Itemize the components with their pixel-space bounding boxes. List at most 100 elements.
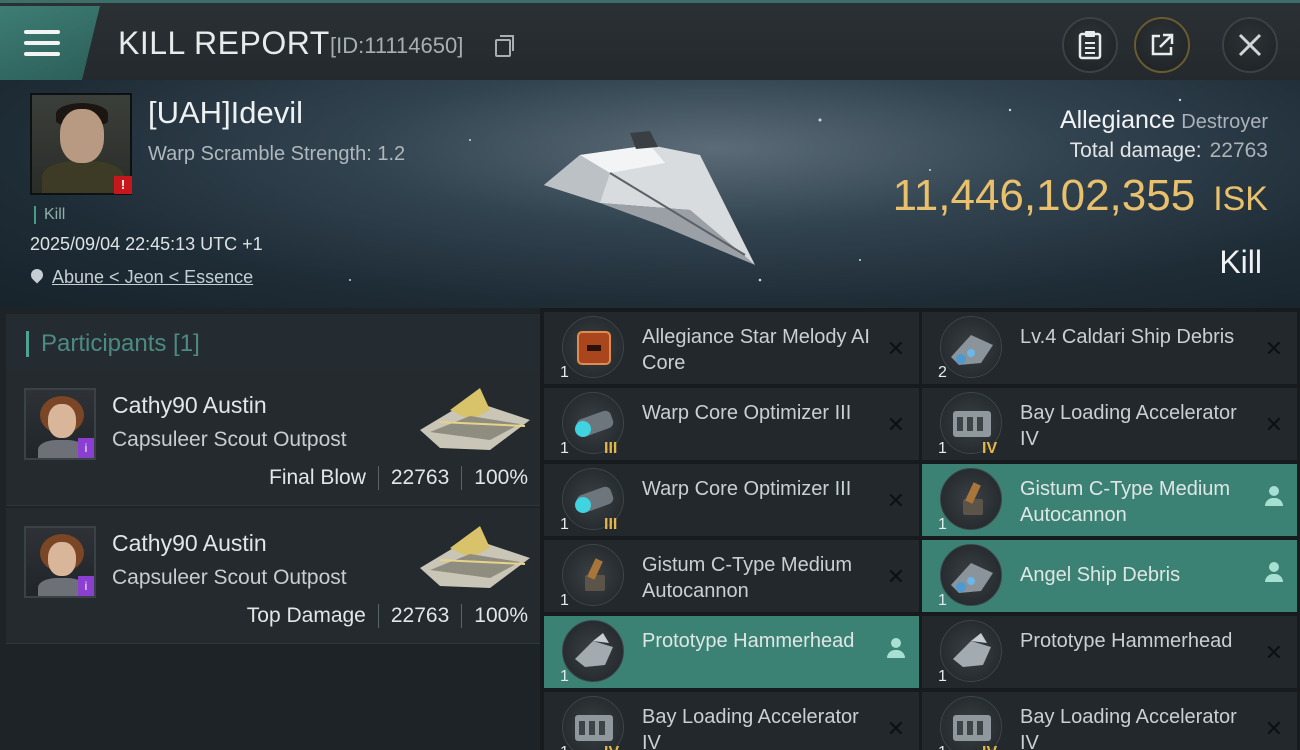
item-quantity: 2 [938, 364, 947, 381]
item-name: Warp Core Optimizer III [642, 478, 852, 500]
participant-percent: 100% [474, 604, 528, 627]
total-damage-value: 22763 [1209, 139, 1268, 162]
person-icon [1265, 486, 1283, 508]
close-icon: ✕ [886, 412, 905, 437]
item-tile[interactable]: 1 Prototype Hammerhead ✕ [922, 616, 1297, 688]
participant-role: Final Blow [269, 466, 366, 489]
menu-button[interactable] [0, 6, 100, 80]
location-link[interactable]: Abune < Jeon < Essence [52, 267, 253, 288]
participant-ship-image [420, 526, 530, 588]
item-name: Bay Loading Accelerator IV [642, 706, 859, 750]
isk-unit: ISK [1213, 180, 1268, 218]
close-icon: ✕ [886, 336, 905, 361]
share-button[interactable] [1134, 17, 1190, 73]
item-quantity: 1 [560, 744, 569, 750]
location-pin-icon [30, 269, 44, 287]
item-quantity: 1 [560, 592, 569, 609]
item-name: Lv.4 Caldari Ship Debris [1020, 326, 1235, 348]
info-badge: i [78, 576, 94, 596]
close-icon: ✕ [1264, 716, 1283, 741]
isk-value-row: 11,446,102,355 ISK [893, 171, 1268, 221]
close-icon: ✕ [886, 716, 905, 741]
item-name: Angel Ship Debris [1020, 564, 1181, 586]
item-tile[interactable]: 1 III Warp Core Optimizer III ✕ [544, 464, 919, 536]
bay-loading-icon [562, 696, 624, 750]
item-quantity: 1 [560, 440, 569, 457]
hamburger-icon [24, 30, 60, 56]
participant-damage: 22763 [390, 604, 450, 627]
close-icon [1238, 33, 1262, 57]
close-icon: ✕ [886, 564, 905, 589]
report-id: [ID:11114650] [330, 33, 464, 58]
participant-role: Top Damage [246, 604, 366, 627]
participant-damage: 22763 [390, 466, 450, 489]
item-quantity: 1 [938, 440, 947, 457]
item-tier: IV [982, 744, 997, 750]
close-icon: ✕ [886, 488, 905, 513]
close-icon: ✕ [1264, 412, 1283, 437]
destroyed-ship-image [544, 131, 755, 265]
item-tile[interactable]: 1 IV Bay Loading Accelerator IV ✕ [922, 388, 1297, 460]
participant-avatar[interactable]: i [24, 526, 96, 598]
item-quantity: 1 [938, 744, 947, 750]
kill-location[interactable]: Abune < Jeon < Essence [30, 267, 253, 288]
item-name: Allegiance Star Melody AI Core [642, 326, 870, 374]
item-tile[interactable]: 1 III Warp Core Optimizer III ✕ [544, 388, 919, 460]
close-button[interactable] [1222, 17, 1278, 73]
participant-ship: Capsuleer Scout Outpost [112, 428, 347, 451]
participant-name: Cathy90 Austin [112, 392, 267, 418]
item-tile[interactable]: 1 IV Bay Loading Accelerator IV ✕ [922, 692, 1297, 750]
participant-avatar[interactable]: i [24, 388, 96, 460]
dropped-items-grid: 1 Allegiance Star Melody AI Core ✕ 2 Lv.… [540, 308, 1300, 750]
item-tile[interactable]: 1 Prototype Hammerhead [544, 616, 919, 688]
item-name: Bay Loading Accelerator IV [1020, 706, 1237, 750]
copy-icon[interactable] [495, 35, 514, 57]
item-tier: III [604, 516, 618, 533]
participant-ship: Capsuleer Scout Outpost [112, 566, 347, 589]
item-name: Prototype Hammerhead [1020, 630, 1233, 652]
ship-name: Allegiance [1059, 106, 1176, 134]
item-name: Bay Loading Accelerator IV [1020, 402, 1237, 450]
isk-value: 11,446,102,355 [892, 171, 1196, 220]
autocannon-icon [940, 468, 1002, 530]
item-tile[interactable]: 1 IV Bay Loading Accelerator IV ✕ [544, 692, 919, 750]
item-quantity: 1 [938, 668, 947, 685]
participant-stats: Final Blow 22763 100% [269, 466, 528, 490]
item-name: Warp Core Optimizer III [642, 402, 852, 424]
item-tile[interactable]: 1 Gistum C-Type Medium Autocannon ✕ [544, 540, 919, 612]
bay-loading-icon [940, 696, 1002, 750]
person-icon [1265, 562, 1283, 584]
alert-badge: ! [114, 176, 132, 194]
item-tile[interactable]: 1 Allegiance Star Melody AI Core ✕ [544, 312, 919, 384]
share-icon [1151, 33, 1174, 56]
ship-debris-icon [940, 544, 1002, 606]
top-bar: KILL REPORT [ID:11114650] [0, 0, 1300, 80]
participants-panel: Participants [1] i Cathy90 Austin Capsul… [0, 308, 540, 750]
item-tile[interactable]: 2 Lv.4 Caldari Ship Debris ✕ [922, 312, 1297, 384]
kill-tag: Kill [34, 206, 65, 224]
item-quantity: 1 [560, 668, 569, 685]
victim-name[interactable]: [UAH]Idevil [148, 95, 303, 131]
item-name: Prototype Hammerhead [642, 630, 855, 652]
total-damage-label: Total damage: [1069, 139, 1202, 162]
participant-name: Cathy90 Austin [112, 530, 267, 556]
total-damage-row: Total damage: 22763 [1070, 139, 1268, 163]
participant-row[interactable]: i Cathy90 Austin Capsuleer Scout Outpost… [6, 508, 540, 644]
info-badge: i [78, 438, 94, 458]
drone-icon [940, 620, 1002, 682]
participants-header[interactable]: Participants [1] [6, 314, 540, 374]
item-tile[interactable]: 1 Gistum C-Type Medium Autocannon [922, 464, 1297, 536]
kill-result: Kill [1219, 244, 1262, 280]
clipboard-icon [1078, 31, 1102, 60]
item-tier: IV [982, 440, 998, 457]
ship-debris-icon [940, 316, 1002, 378]
participant-row[interactable]: i Cathy90 Austin Capsuleer Scout Outpost… [6, 370, 540, 506]
clipboard-button[interactable] [1062, 17, 1118, 73]
item-quantity: 1 [938, 516, 947, 533]
close-icon: ✕ [1264, 336, 1283, 361]
item-name: Gistum C-Type Medium Autocannon [1020, 478, 1231, 526]
close-icon: ✕ [1264, 640, 1283, 665]
autocannon-icon [562, 544, 624, 606]
person-icon [887, 638, 905, 660]
item-tile[interactable]: 1 Angel Ship Debris [922, 540, 1297, 612]
